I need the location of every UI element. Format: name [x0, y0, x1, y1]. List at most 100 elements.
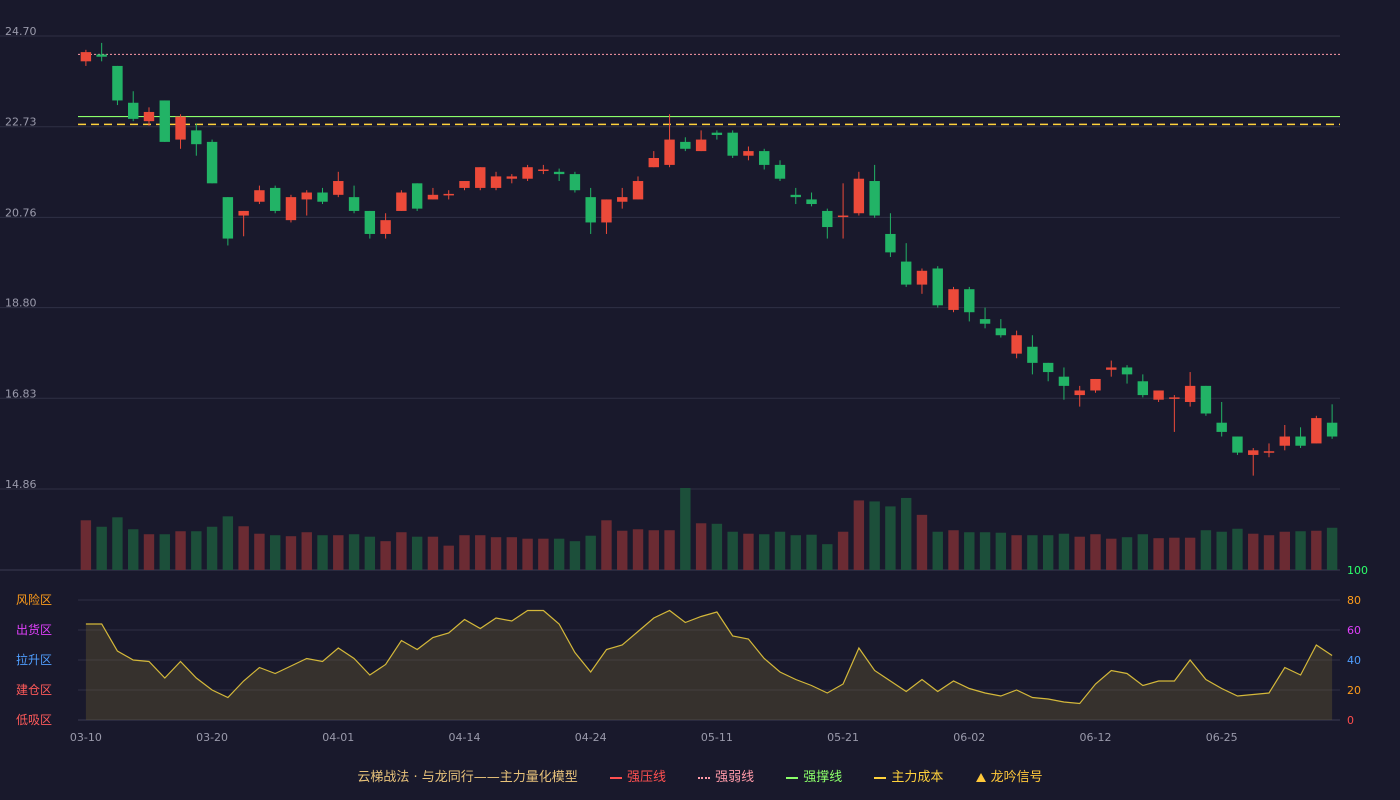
candle-body [1169, 397, 1180, 399]
volume-bar [380, 541, 391, 570]
legend-item-strong-pressure[interactable]: 强压线 [609, 766, 666, 785]
volume-bar [853, 500, 865, 570]
volume-bar [1074, 536, 1085, 570]
volume-bar [128, 529, 139, 570]
candle-body [1090, 378, 1101, 391]
candle-body [1248, 450, 1259, 455]
volume-bar [617, 530, 628, 570]
candle-body [159, 100, 170, 142]
volume-bar [1027, 535, 1038, 570]
candle-body [1121, 367, 1133, 375]
volume-bar [553, 538, 565, 570]
candle-body [948, 289, 959, 310]
volume-bar [1121, 537, 1133, 570]
volume-bar [711, 523, 723, 570]
candle-body [380, 220, 391, 234]
date-tick-label: 05-11 [701, 731, 733, 744]
volume-bar [601, 520, 612, 570]
date-tick-label: 06-25 [1206, 731, 1238, 744]
price-tick-label: 24.70 [5, 25, 37, 38]
candle-body [553, 171, 565, 175]
legend-item-dragon-signal[interactable]: 龙吟信号 [975, 766, 1043, 785]
candle-body [128, 102, 139, 119]
candle-body [774, 164, 786, 179]
candle-body [522, 167, 533, 179]
candle-body [222, 197, 234, 239]
indicator-area [85, 610, 1333, 720]
candle-body [301, 192, 312, 200]
candle-body [979, 319, 991, 324]
volume-bar [1232, 528, 1243, 570]
legend-item-strong-support[interactable]: 强撑线 [786, 766, 842, 785]
volume-bar [632, 529, 644, 570]
volume-bar [175, 531, 186, 570]
candle-body [822, 210, 833, 228]
price-tick-label: 22.73 [5, 116, 37, 129]
price-tick-label: 20.76 [5, 206, 37, 219]
volume-bar [538, 538, 549, 570]
candle-body [806, 199, 817, 205]
volume-bar [790, 535, 801, 570]
volume-bar [1311, 530, 1322, 570]
date-tick-label: 06-12 [1080, 731, 1112, 744]
volume-bar [932, 531, 943, 570]
candle-body [617, 197, 628, 202]
indicator-tick-label: 20 [1347, 684, 1361, 697]
legend-item-main-cost[interactable]: 主力成本 [874, 766, 943, 785]
zone-label: 拉升区 [16, 652, 52, 667]
legend-item-strength-line[interactable]: 强弱线 [698, 766, 754, 785]
candle-body [695, 139, 707, 152]
candle-body [411, 183, 423, 209]
candle-body [601, 199, 612, 223]
indicator-tick-label: 0 [1347, 714, 1354, 727]
volume-bar [1011, 535, 1022, 570]
candle-body [885, 233, 896, 253]
volume-bar [759, 534, 770, 570]
volume-bar [333, 535, 344, 570]
candle-body [285, 197, 297, 221]
volume-bar [680, 488, 691, 570]
volume-bar [1295, 531, 1306, 570]
volume-bar [727, 531, 738, 570]
zone-label: 风险区 [16, 592, 52, 607]
volume-bar [1263, 535, 1275, 570]
volume-bar [837, 531, 849, 570]
volume-bar [411, 536, 423, 570]
volume-bar [806, 534, 817, 570]
candle-body [112, 65, 123, 101]
candle-body [506, 176, 518, 179]
price-tick-label: 16.83 [5, 387, 37, 400]
candle-body [427, 194, 439, 200]
volume-bar [269, 535, 281, 570]
volume-bar [285, 536, 297, 570]
date-tick-label: 06-02 [953, 731, 985, 744]
volume-bar [648, 530, 659, 570]
candle-body [490, 176, 502, 188]
price-tick-label: 14.86 [5, 478, 37, 491]
volume-bar [1184, 537, 1196, 570]
zone-label: 建仓区 [16, 683, 52, 697]
candle-body [459, 181, 470, 188]
candle-body [1042, 362, 1054, 373]
date-tick-label: 04-01 [322, 731, 354, 744]
legend: 云梯战法 · 与龙同行——主力量化模型 强压线 强弱线 强撑线 主力成本 龙吟信… [0, 766, 1400, 785]
candle-body [333, 181, 344, 195]
volume-bar [443, 545, 454, 570]
volume-bar [364, 536, 376, 570]
candle-body [396, 192, 407, 211]
volume-bar [743, 533, 754, 570]
volume-bar [490, 537, 502, 570]
volume-bar [1279, 531, 1290, 570]
volume-bar [1058, 533, 1070, 570]
date-tick-label: 04-14 [449, 731, 481, 744]
volume-bar [222, 516, 234, 570]
candle-body [995, 328, 1007, 336]
candle-body [743, 151, 754, 156]
volume-bar [301, 532, 312, 570]
volume-bar [254, 533, 265, 570]
volume-bar [822, 544, 833, 570]
candle-body [1137, 381, 1149, 396]
candle-body [916, 270, 928, 285]
candle-body [869, 181, 880, 216]
date-tick-label: 03-10 [70, 731, 102, 744]
